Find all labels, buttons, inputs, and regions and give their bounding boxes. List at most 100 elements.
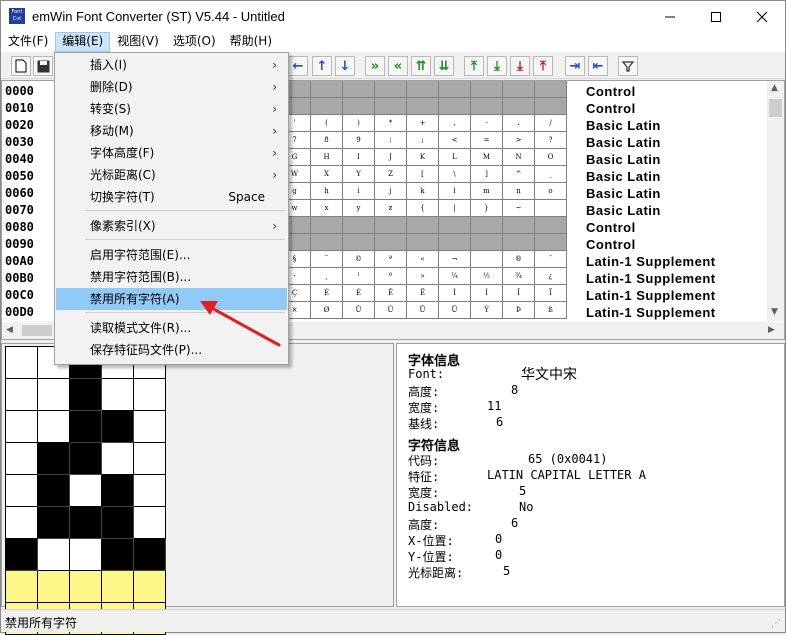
pixel-grid[interactable] xyxy=(5,346,166,635)
menu-help[interactable]: 帮助(H) xyxy=(223,32,279,52)
pixel-cell[interactable] xyxy=(134,571,166,603)
character-cell[interactable]: © xyxy=(343,251,375,268)
character-cell[interactable]: ¾ xyxy=(503,268,535,285)
move-down-fast-icon[interactable]: ⇊ xyxy=(434,56,454,76)
character-cell[interactable]: y xyxy=(343,200,375,217)
character-cell[interactable]: ® xyxy=(503,251,535,268)
character-cell[interactable]: / xyxy=(535,115,567,132)
edit-menu-item[interactable]: 禁用字符范围(B)... xyxy=(56,266,287,288)
pixel-cell[interactable] xyxy=(38,571,70,603)
character-cell[interactable]: » xyxy=(407,268,439,285)
character-cell[interactable] xyxy=(375,81,407,98)
pixel-cell[interactable] xyxy=(6,379,38,411)
character-cell[interactable]: J xyxy=(375,149,407,166)
character-cell[interactable]: k xyxy=(407,183,439,200)
character-cell[interactable]: Y xyxy=(343,166,375,183)
character-cell[interactable]: Ì xyxy=(439,285,471,302)
character-cell[interactable] xyxy=(471,234,503,251)
character-cell[interactable]: « xyxy=(407,251,439,268)
character-cell[interactable]: Ý xyxy=(471,302,503,319)
vertical-scroll-thumb[interactable] xyxy=(769,99,782,117)
character-cell[interactable]: o xyxy=(535,183,567,200)
filter-icon[interactable] xyxy=(618,56,638,76)
character-cell[interactable]: : xyxy=(375,132,407,149)
character-cell[interactable]: Ê xyxy=(375,285,407,302)
pixel-cell[interactable] xyxy=(70,507,102,539)
character-cell[interactable] xyxy=(471,251,503,268)
character-cell[interactable]: O xyxy=(535,149,567,166)
edit-menu-item[interactable]: 删除(D) › xyxy=(56,76,287,98)
scroll-left-icon[interactable]: ◀ xyxy=(6,325,13,335)
character-cell[interactable]: - xyxy=(471,115,503,132)
pixel-cell[interactable] xyxy=(6,539,38,571)
pixel-cell[interactable] xyxy=(102,379,134,411)
character-cell[interactable] xyxy=(535,98,567,115)
character-cell[interactable]: | xyxy=(439,200,471,217)
character-cell[interactable] xyxy=(503,234,535,251)
character-cell[interactable]: Ù xyxy=(343,302,375,319)
pixel-cell[interactable] xyxy=(38,507,70,539)
character-cell[interactable]: \ xyxy=(439,166,471,183)
edit-menu-item[interactable]: 切换字符(T) Space xyxy=(56,186,287,208)
character-cell[interactable]: > xyxy=(503,132,535,149)
character-cell[interactable] xyxy=(343,234,375,251)
menu-edit[interactable]: 编辑(E) xyxy=(55,32,111,52)
character-cell[interactable]: N xyxy=(503,149,535,166)
character-cell[interactable]: H xyxy=(311,149,343,166)
edit-menu-item[interactable]: 像素索引(X) › xyxy=(56,215,287,237)
pixel-cell[interactable] xyxy=(102,571,134,603)
character-cell[interactable]: . xyxy=(503,115,535,132)
scroll-up-icon[interactable]: ▲ xyxy=(771,83,778,93)
edit-menu-item[interactable]: 启用字符范围(E)... xyxy=(56,244,287,266)
insert-right-icon[interactable]: ⇥ xyxy=(565,56,585,76)
character-cell[interactable]: i xyxy=(343,183,375,200)
character-cell[interactable]: m xyxy=(471,183,503,200)
close-button[interactable] xyxy=(739,1,785,32)
character-cell[interactable]: Ú xyxy=(375,302,407,319)
character-cell[interactable]: z xyxy=(375,200,407,217)
character-cell[interactable]: Í xyxy=(471,285,503,302)
horizontal-scroll-thumb[interactable] xyxy=(22,325,52,336)
character-cell[interactable]: M xyxy=(471,149,503,166)
delete-top-icon[interactable]: ⤒ xyxy=(533,56,553,76)
character-cell[interactable]: [ xyxy=(407,166,439,183)
character-cell[interactable]: Û xyxy=(407,302,439,319)
menu-options[interactable]: 选项(O) xyxy=(166,32,223,52)
move-right-fast-icon[interactable]: » xyxy=(365,56,385,76)
character-cell[interactable]: ~ xyxy=(503,200,535,217)
pixel-cell[interactable] xyxy=(102,443,134,475)
pixel-cell[interactable] xyxy=(6,571,38,603)
character-cell[interactable]: < xyxy=(439,132,471,149)
character-cell[interactable] xyxy=(311,98,343,115)
pixel-cell[interactable] xyxy=(102,411,134,443)
pixel-cell[interactable] xyxy=(102,539,134,571)
character-cell[interactable]: È xyxy=(311,285,343,302)
character-cell[interactable]: L xyxy=(439,149,471,166)
character-cell[interactable]: Î xyxy=(503,285,535,302)
pixel-cell[interactable] xyxy=(70,443,102,475)
edit-menu-item[interactable]: 字体高度(F) › xyxy=(56,142,287,164)
character-cell[interactable]: ¬ xyxy=(439,251,471,268)
character-cell[interactable] xyxy=(535,200,567,217)
character-cell[interactable]: ^ xyxy=(503,166,535,183)
character-cell[interactable] xyxy=(311,81,343,98)
pixel-cell[interactable] xyxy=(102,507,134,539)
character-cell[interactable]: K xyxy=(407,149,439,166)
character-cell[interactable] xyxy=(503,217,535,234)
pixel-cell[interactable] xyxy=(134,379,166,411)
character-cell[interactable] xyxy=(471,217,503,234)
minimize-button[interactable] xyxy=(647,1,693,32)
new-file-icon[interactable] xyxy=(11,56,31,76)
pixel-cell[interactable] xyxy=(38,411,70,443)
save-icon[interactable] xyxy=(33,56,53,76)
character-cell[interactable] xyxy=(439,98,471,115)
pixel-editor-pane[interactable] xyxy=(1,343,394,635)
edit-menu-item[interactable]: 插入(I) › xyxy=(56,54,287,76)
resize-grip-icon[interactable]: ⋰ xyxy=(771,618,783,630)
shift-left-icon[interactable]: ← xyxy=(288,56,308,76)
character-cell[interactable]: Ü xyxy=(439,302,471,319)
character-cell[interactable]: ß xyxy=(535,302,567,319)
delete-bottom-icon[interactable]: ⤓ xyxy=(510,56,530,76)
insert-bottom-icon[interactable]: ⤓ xyxy=(487,56,507,76)
character-cell[interactable] xyxy=(343,98,375,115)
